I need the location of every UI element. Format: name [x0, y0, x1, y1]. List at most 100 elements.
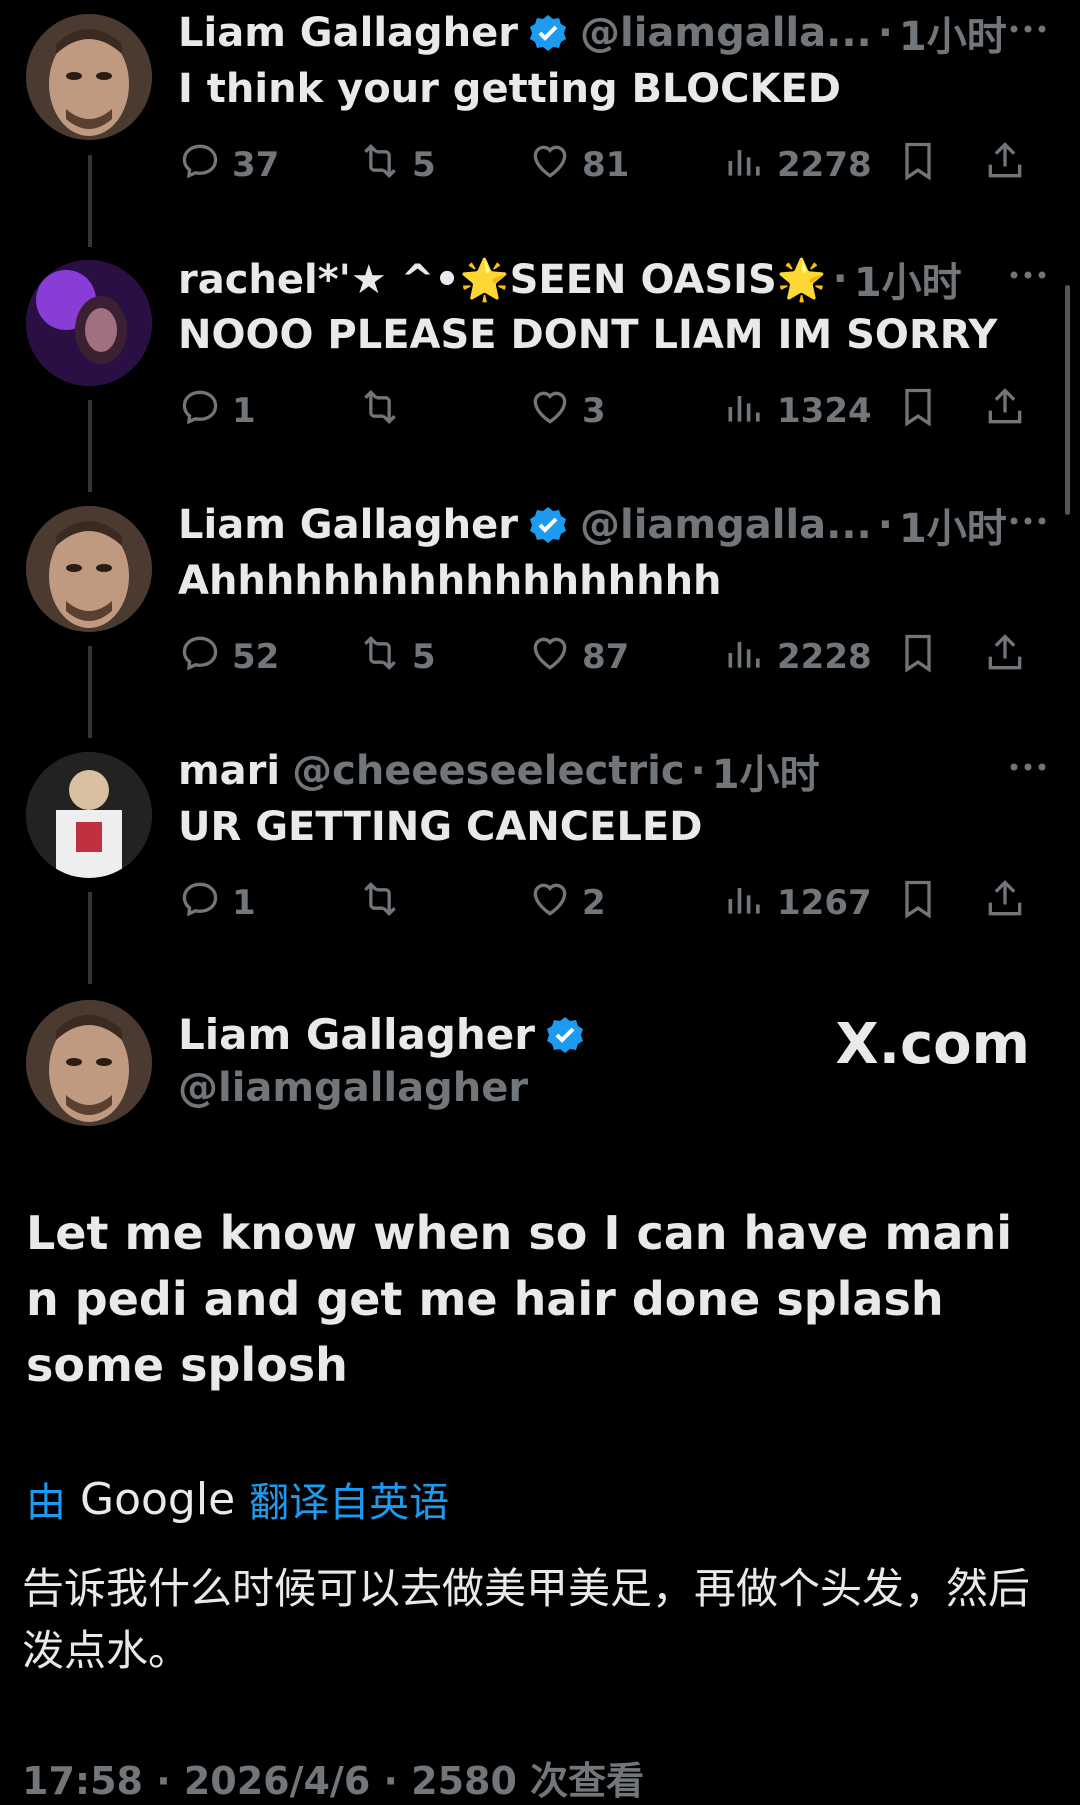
like-button[interactable]: 87	[528, 632, 629, 682]
author-name[interactable]: Liam Gallagher	[178, 502, 518, 548]
avatar[interactable]	[26, 1000, 152, 1126]
bookmark-button[interactable]	[896, 386, 950, 436]
share-button[interactable]	[983, 140, 1037, 190]
share-icon	[983, 631, 1037, 684]
like-count: 3	[582, 391, 606, 431]
share-icon	[983, 385, 1037, 438]
like-count: 2	[582, 883, 606, 923]
verified-icon	[545, 1015, 585, 1055]
like-count: 81	[582, 145, 630, 185]
reply-button[interactable]: 1	[178, 386, 256, 436]
retweet-button[interactable]: 5	[358, 632, 436, 682]
action-bar: 52 5 87 2228	[178, 632, 1058, 682]
timestamp[interactable]: 1小时	[899, 4, 1007, 62]
bookmark-icon	[896, 139, 950, 192]
views-button[interactable]: 2278	[723, 140, 872, 190]
reply-icon	[178, 139, 232, 192]
author-name[interactable]: Liam Gallagher	[178, 10, 518, 56]
timestamp[interactable]: 1小时	[899, 496, 1007, 554]
like-icon	[528, 631, 582, 684]
like-icon	[528, 877, 582, 930]
reply-icon	[178, 877, 232, 930]
tweet[interactable]: Liam Gallagher @liamgalla... · 1小时 Ahhhh…	[0, 492, 1080, 738]
share-button[interactable]	[983, 632, 1037, 682]
retweet-count: 5	[412, 145, 436, 185]
reply-count: 1	[232, 391, 256, 431]
views-button[interactable]: 1267	[723, 878, 872, 928]
timestamp[interactable]: 1小时	[854, 250, 962, 308]
tweet-text: NOOO PLEASE DONT LIAM IM SORRY	[178, 312, 998, 358]
tweet-header: Liam Gallagher @liamgalla... · 1小时	[178, 500, 1007, 552]
like-icon	[528, 139, 582, 192]
reply-button[interactable]: 52	[178, 632, 279, 682]
tweet-text: I think your getting BLOCKED	[178, 66, 841, 112]
author-handle[interactable]: @cheeeseelectric	[292, 748, 684, 794]
reply-count: 52	[232, 637, 280, 677]
translation-attribution[interactable]: 由 Google 翻译自英语	[26, 1470, 449, 1528]
retweet-button[interactable]: 5	[358, 140, 436, 190]
avatar[interactable]	[26, 260, 152, 386]
reply-icon	[178, 385, 232, 438]
bookmark-icon	[896, 385, 950, 438]
more-icon[interactable]	[1006, 14, 1050, 44]
action-bar: 1 2 1267	[178, 878, 1058, 928]
views-count: 2228	[777, 637, 872, 677]
reply-button[interactable]: 1	[178, 878, 256, 928]
separator: ·	[877, 10, 893, 56]
views-count: 2278	[777, 145, 872, 185]
separator: ·	[832, 256, 848, 302]
retweet-button[interactable]	[358, 386, 412, 436]
bookmark-icon	[896, 631, 950, 684]
views-button[interactable]: 1324	[723, 386, 872, 436]
bookmark-button[interactable]	[896, 878, 950, 928]
views-icon	[723, 385, 777, 438]
like-button[interactable]: 81	[528, 140, 629, 190]
avatar[interactable]	[26, 506, 152, 632]
share-button[interactable]	[983, 386, 1037, 436]
avatar[interactable]	[26, 752, 152, 878]
main-tweet-text: Let me know when so I can have mani n pe…	[26, 1206, 1012, 1392]
site-watermark: X.com	[835, 1012, 1030, 1077]
views-count: 1324	[777, 391, 872, 431]
author-handle[interactable]: @liamgalla...	[580, 502, 872, 548]
reply-count: 37	[232, 145, 280, 185]
tweet-meta-footer: 17:58 · 2026/4/6 · 2580 次查看	[22, 1759, 645, 1803]
separator: ·	[877, 502, 893, 548]
retweet-button[interactable]	[358, 878, 412, 928]
main-author-handle[interactable]: @liamgallagher	[178, 1065, 528, 1111]
share-button[interactable]	[983, 878, 1037, 928]
more-icon[interactable]	[1006, 752, 1050, 782]
bookmark-button[interactable]	[896, 140, 950, 190]
tweet-header: rachel*'★ ^•🌟SEEN OASIS🌟 · 1小时	[178, 254, 962, 306]
retweet-icon	[358, 139, 412, 192]
timestamp[interactable]: 1小时	[712, 742, 820, 800]
reply-count: 1	[232, 883, 256, 923]
like-button[interactable]: 2	[528, 878, 606, 928]
author-name[interactable]: rachel*'★ ^•🌟SEEN OASIS🌟	[178, 256, 827, 303]
retweet-icon	[358, 631, 412, 684]
views-button[interactable]: 2228	[723, 632, 872, 682]
verified-icon	[528, 13, 568, 53]
action-bar: 1 3 1324	[178, 386, 1058, 436]
bookmark-button[interactable]	[896, 632, 950, 682]
tweet[interactable]: mari @cheeeseelectric · 1小时 UR GETTING C…	[0, 738, 1080, 984]
main-author-name[interactable]: Liam Gallagher	[178, 1010, 585, 1059]
like-icon	[528, 385, 582, 438]
like-button[interactable]: 3	[528, 386, 606, 436]
separator: ·	[690, 748, 706, 794]
reply-button[interactable]: 37	[178, 140, 279, 190]
avatar[interactable]	[26, 14, 152, 140]
views-icon	[723, 631, 777, 684]
author-handle[interactable]: @liamgalla...	[580, 10, 872, 56]
views-icon	[723, 139, 777, 192]
reply-icon	[178, 631, 232, 684]
more-icon[interactable]	[1006, 260, 1050, 290]
more-icon[interactable]	[1006, 506, 1050, 536]
retweet-icon	[358, 385, 412, 438]
tweet[interactable]: Liam Gallagher @liamgalla... · 1小时 I thi…	[0, 0, 1080, 246]
author-name[interactable]: mari	[178, 748, 280, 794]
tweet[interactable]: rachel*'★ ^•🌟SEEN OASIS🌟 · 1小时 NOOO PLEA…	[0, 246, 1080, 492]
retweet-icon	[358, 877, 412, 930]
share-icon	[983, 877, 1037, 930]
translated-text: 告诉我什么时候可以去做美甲美足，再做个头发，然后泼点水。	[22, 1564, 1031, 1675]
